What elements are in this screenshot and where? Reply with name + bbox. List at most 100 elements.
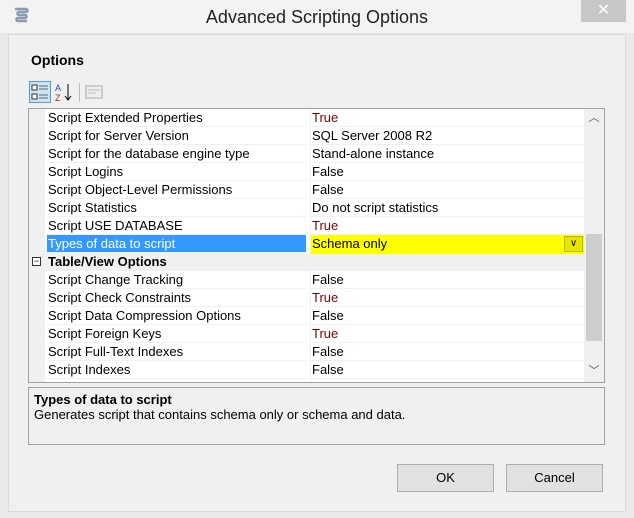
row-gutter <box>29 307 45 325</box>
property-value-text: False <box>312 308 344 323</box>
property-value-text: False <box>312 272 344 287</box>
property-row[interactable]: Script for the database engine type Stand… <box>29 145 585 163</box>
property-value[interactable]: False <box>310 361 585 379</box>
property-value-text: True <box>312 380 338 382</box>
property-grid: Script Primary Keys True Script Indexes Fal… <box>28 108 605 383</box>
property-row[interactable]: Script Statistics Do not script statistic… <box>29 199 585 217</box>
property-name[interactable]: Types of data to script <box>47 235 306 253</box>
property-name[interactable]: Script Data Compression Options <box>47 307 306 325</box>
alphabetical-button[interactable]: AZ <box>53 81 75 103</box>
options-label: Options <box>31 52 84 68</box>
property-value[interactable]: True <box>310 289 585 307</box>
property-row[interactable]: Script Foreign Keys True <box>29 325 585 343</box>
collapse-icon[interactable]: − <box>32 257 41 266</box>
property-value[interactable]: False <box>310 271 585 289</box>
property-row[interactable]: Script Check Constraints True <box>29 289 585 307</box>
property-row[interactable]: Script for Server Version SQL Server 2008… <box>29 127 585 145</box>
property-value[interactable]: True <box>310 379 585 382</box>
property-row[interactable]: Script Full-Text Indexes False <box>29 343 585 361</box>
property-row[interactable]: Script Data Compression Options False <box>29 307 585 325</box>
cancel-button[interactable]: Cancel <box>506 464 603 492</box>
row-gutter <box>29 181 45 199</box>
property-name[interactable]: Script USE DATABASE <box>47 217 306 235</box>
property-value[interactable]: True <box>310 217 585 235</box>
property-value[interactable]: False <box>310 307 585 325</box>
property-value-text: True <box>312 290 339 305</box>
sort-az-icon: AZ <box>55 83 72 103</box>
scroll-up-icon[interactable]: ︿ <box>584 109 604 127</box>
property-row[interactable]: Script Primary Keys True <box>29 379 585 382</box>
property-name[interactable]: Script Logins <box>47 163 306 181</box>
svg-text:A: A <box>55 83 61 93</box>
scroll-thumb[interactable] <box>586 234 602 341</box>
categorized-icon <box>31 84 48 100</box>
row-gutter <box>29 217 45 235</box>
toolbar-separator <box>79 83 80 102</box>
row-gutter <box>29 199 45 217</box>
property-row[interactable]: Script USE DATABASE True <box>29 217 585 235</box>
property-name[interactable]: Script Indexes <box>47 361 306 379</box>
property-value[interactable]: Schema only ∨ <box>310 235 585 255</box>
property-row[interactable]: Script Indexes False <box>29 361 585 379</box>
row-gutter <box>29 145 45 163</box>
property-name[interactable]: Script for the database engine type <box>47 145 306 163</box>
row-gutter <box>29 379 45 382</box>
property-name[interactable]: Script Primary Keys <box>47 379 306 382</box>
chevron-down-icon[interactable]: ∨ <box>564 236 583 252</box>
row-gutter <box>29 361 45 379</box>
property-pages-icon <box>85 85 103 99</box>
row-gutter <box>29 289 45 307</box>
property-name[interactable]: Script Check Constraints <box>47 289 306 307</box>
property-name[interactable]: Script for Server Version <box>47 127 306 145</box>
property-name[interactable]: Script Change Tracking <box>47 271 306 289</box>
row-gutter <box>29 163 45 181</box>
property-value-text: Schema only <box>312 236 388 251</box>
property-value-text: True <box>312 218 339 233</box>
property-value-text: SQL Server 2008 R2 <box>312 128 433 143</box>
property-name[interactable]: Script Foreign Keys <box>47 325 306 343</box>
window-title: Advanced Scripting Options <box>205 7 429 27</box>
property-value[interactable]: False <box>310 181 585 199</box>
property-value-text: True <box>312 326 339 341</box>
category-label: Table/View Options <box>47 253 306 271</box>
property-value-text: False <box>312 182 344 197</box>
close-button[interactable]: ✕ <box>581 0 626 22</box>
property-value[interactable]: True <box>310 109 585 127</box>
row-gutter <box>29 325 45 343</box>
property-name[interactable]: Script Extended Properties <box>47 109 306 127</box>
category-row[interactable]: − Table/View Options <box>29 253 585 271</box>
property-value-text: True <box>312 110 339 125</box>
row-gutter <box>29 343 45 361</box>
property-value[interactable]: Do not script statistics <box>310 199 585 217</box>
property-value[interactable]: SQL Server 2008 R2 <box>310 127 585 145</box>
property-row[interactable]: Script Extended Properties True <box>29 109 585 127</box>
property-row[interactable]: Script Logins False <box>29 163 585 181</box>
property-row[interactable]: Script Object-Level Permissions False <box>29 181 585 199</box>
property-value[interactable]: False <box>310 163 585 181</box>
row-gutter <box>29 127 45 145</box>
property-name[interactable]: Script Object-Level Permissions <box>47 181 306 199</box>
title-bar: Advanced Scripting Options ✕ <box>0 0 634 33</box>
property-value-text: Do not script statistics <box>312 200 439 215</box>
categorized-button[interactable] <box>29 81 51 103</box>
property-name[interactable]: Script Statistics <box>47 199 306 217</box>
property-value-text: False <box>312 362 344 377</box>
property-value[interactable]: True <box>310 325 585 343</box>
property-name[interactable]: Script Full-Text Indexes <box>47 343 306 361</box>
ok-button[interactable]: OK <box>397 464 494 492</box>
description-text: Generates script that contains schema on… <box>34 407 406 422</box>
property-row[interactable]: Script Change Tracking False <box>29 271 585 289</box>
property-value-text: Stand-alone instance <box>312 146 435 161</box>
scroll-down-icon[interactable]: ﹀ <box>584 362 604 380</box>
property-pages-button[interactable] <box>83 81 105 103</box>
property-value[interactable]: False <box>310 343 585 361</box>
vertical-scrollbar[interactable]: ︿ ﹀ <box>584 109 604 382</box>
property-value[interactable]: Stand-alone instance <box>310 145 585 163</box>
row-gutter <box>29 235 45 253</box>
row-gutter <box>29 271 45 289</box>
description-panel: Types of data to script Generates script… <box>28 387 605 445</box>
description-title: Types of data to script <box>34 392 172 407</box>
property-value-text: False <box>312 344 344 359</box>
property-row[interactable]: Types of data to script Schema only ∨ <box>29 235 585 255</box>
svg-text:Z: Z <box>55 93 61 103</box>
